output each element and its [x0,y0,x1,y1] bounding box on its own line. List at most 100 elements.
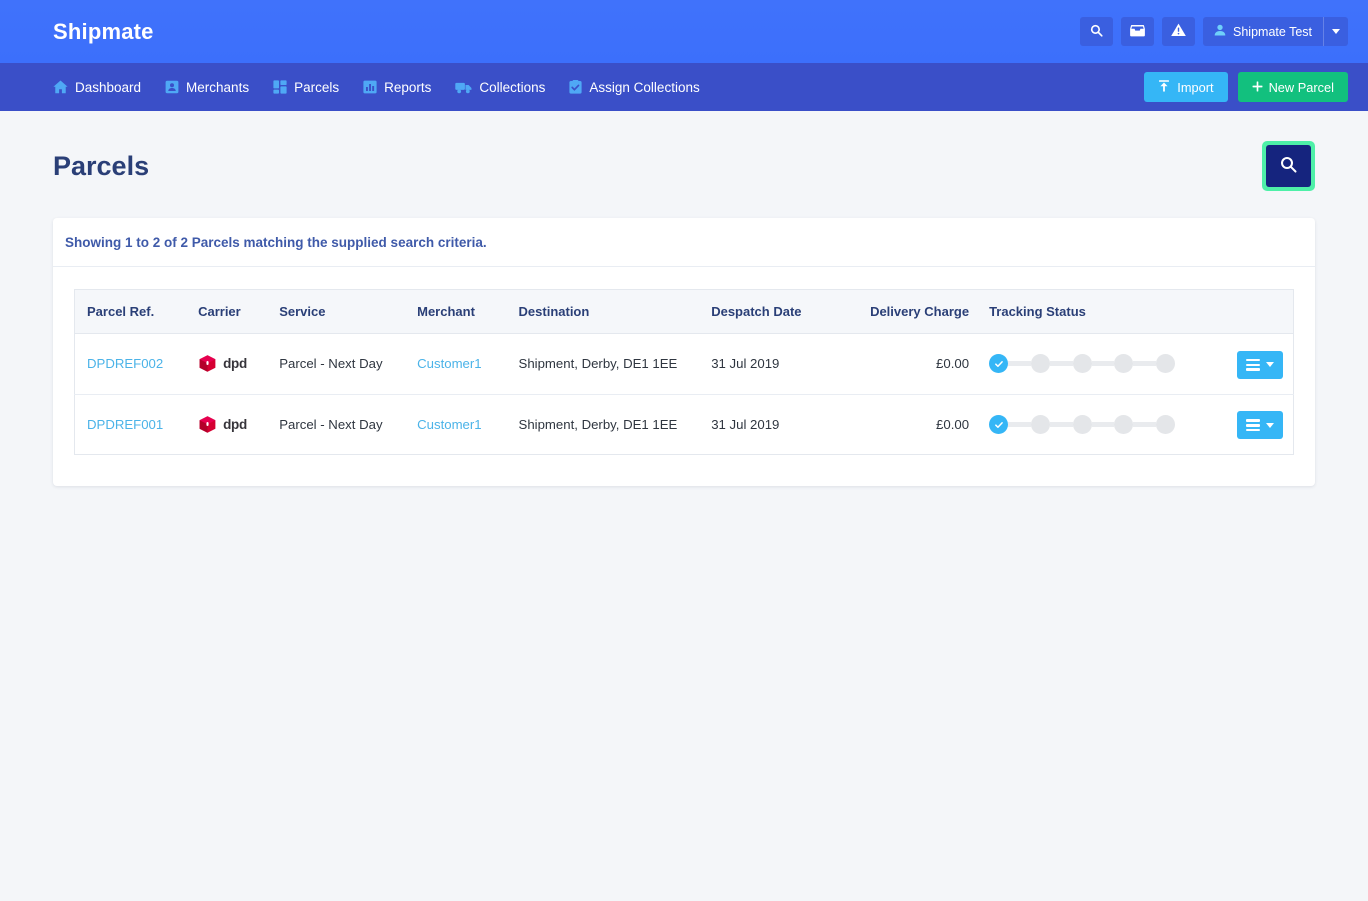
cell-parcel-ref: DPDREF001 [74,394,189,456]
nav-label: Parcels [294,79,340,95]
nav-item-assign-collections[interactable]: Assign Collections [569,79,700,95]
new-parcel-button[interactable]: New Parcel [1237,72,1348,102]
col-header-carrier: Carrier [188,289,270,334]
cell-despatch-date: 31 Jul 2019 [701,333,859,395]
nav-items: Dashboard Merchants Parcels Reports Coll… [53,80,700,95]
global-search-button[interactable] [1080,17,1114,46]
tracking-progress [989,415,1176,435]
tracking-connector [1091,422,1115,428]
import-label: Import [1177,79,1214,95]
col-header-delivery-charge: Delivery Charge [858,289,980,334]
cell-despatch-date: 31 Jul 2019 [701,394,859,456]
chevron-down-icon [1332,29,1340,34]
tracking-step-2[interactable] [1030,415,1050,435]
nav-label: Collections [479,79,546,95]
cell-actions [1222,394,1295,456]
alerts-button[interactable] [1162,17,1196,46]
user-menu-caret-button[interactable] [1323,17,1348,46]
col-header-actions [1222,289,1295,334]
tracking-connector [1133,361,1157,367]
parcel-search-button[interactable] [1266,145,1311,187]
nav-actions: Import New Parcel [1144,72,1348,102]
results-summary: Showing 1 to 2 of 2 Parcels matching the… [53,218,1315,267]
col-header-service: Service [269,289,408,334]
import-button[interactable]: Import [1144,72,1228,102]
tracking-step-3[interactable] [1072,354,1092,374]
inbox-button[interactable] [1121,17,1155,46]
table-row: DPDREF002 dpd Parcel - Next Day Customer… [74,333,1295,395]
cell-tracking-status [979,333,1223,395]
nav-label: Dashboard [75,79,142,95]
top-bar: Shipmate Shipmate Test [0,0,1368,63]
user-menu-main[interactable]: Shipmate Test [1203,17,1323,46]
table-head: Parcel Ref. Carrier Service Merchant Des… [74,289,1295,334]
dpd-cube-logo: dpd [198,415,259,434]
home-icon [53,80,68,94]
chevron-down-icon [1266,362,1274,368]
cell-carrier: dpd [188,333,270,395]
cell-tracking-status [979,394,1223,456]
check-icon [994,360,1003,367]
col-header-destination: Destination [508,289,702,334]
tracking-step-4[interactable] [1114,415,1134,435]
nav-item-dashboard[interactable]: Dashboard [53,80,141,95]
nav-label: Reports [384,79,432,95]
search-icon [1090,24,1103,40]
dpd-wordmark: dpd [223,417,247,433]
table-header-row: Parcel Ref. Carrier Service Merchant Des… [74,289,1295,334]
row-actions-button[interactable] [1237,350,1283,379]
hamburger-menu-icon [1246,358,1260,371]
table-row: DPDREF001 dpd Parcel - Next Day Customer… [74,394,1295,456]
col-header-despatch-date: Despatch Date [701,289,859,334]
merchant-link[interactable]: Customer1 [417,356,482,371]
check-icon [994,421,1003,428]
row-actions-button[interactable] [1237,411,1283,440]
parcel-ref-link[interactable]: DPDREF002 [87,356,163,371]
dpd-cube-icon [199,416,216,433]
app-brand: Shipmate [53,18,154,44]
dpd-wordmark: dpd [223,356,247,372]
nav-label: Assign Collections [589,79,700,95]
tracking-step-1-complete[interactable] [989,354,1009,374]
col-header-merchant: Merchant [407,289,509,334]
tracking-step-1-complete[interactable] [989,415,1009,435]
search-icon [1280,156,1297,176]
new-parcel-label: New Parcel [1268,79,1334,95]
nav-item-reports[interactable]: Reports [363,80,431,95]
merchant-link[interactable]: Customer1 [417,417,482,432]
tracking-connector [1091,361,1115,367]
nav-item-merchants[interactable]: Merchants [165,80,249,95]
nav-item-parcels[interactable]: Parcels [273,80,339,95]
dpd-cube-icon [199,355,216,373]
upload-icon [1158,79,1170,95]
top-bar-actions: Shipmate Test [1080,17,1348,46]
table-body: DPDREF002 dpd Parcel - Next Day Customer… [74,333,1295,456]
search-toggle-wrapper [1262,141,1315,191]
cell-merchant: Customer1 [407,394,509,456]
clipboard-check-icon [569,80,583,94]
tracking-progress [989,354,1176,374]
tracking-step-5[interactable] [1156,415,1176,435]
cell-actions [1222,333,1295,395]
tracking-step-2[interactable] [1030,354,1050,374]
cell-delivery-charge: £0.00 [858,394,980,456]
page-title: Parcels [53,150,150,181]
page-header: Parcels [53,141,1315,191]
user-menu[interactable]: Shipmate Test [1203,17,1348,46]
tracking-connector [1133,422,1157,428]
tracking-step-3[interactable] [1072,415,1092,435]
tracking-step-4[interactable] [1114,354,1134,374]
bar-chart-icon [363,80,377,94]
tracking-connector [1049,422,1073,428]
tracking-step-5[interactable] [1156,354,1176,374]
user-icon [1214,24,1226,39]
user-name-label: Shipmate Test [1233,24,1312,39]
cell-parcel-ref: DPDREF002 [74,333,189,395]
cell-delivery-charge: £0.00 [858,333,980,395]
truck-icon [455,81,472,94]
warning-triangle-icon [1171,23,1186,40]
parcels-card: Showing 1 to 2 of 2 Parcels matching the… [53,218,1315,487]
parcel-ref-link[interactable]: DPDREF001 [87,417,163,432]
cell-service: Parcel - Next Day [269,333,408,395]
nav-item-collections[interactable]: Collections [455,80,545,95]
